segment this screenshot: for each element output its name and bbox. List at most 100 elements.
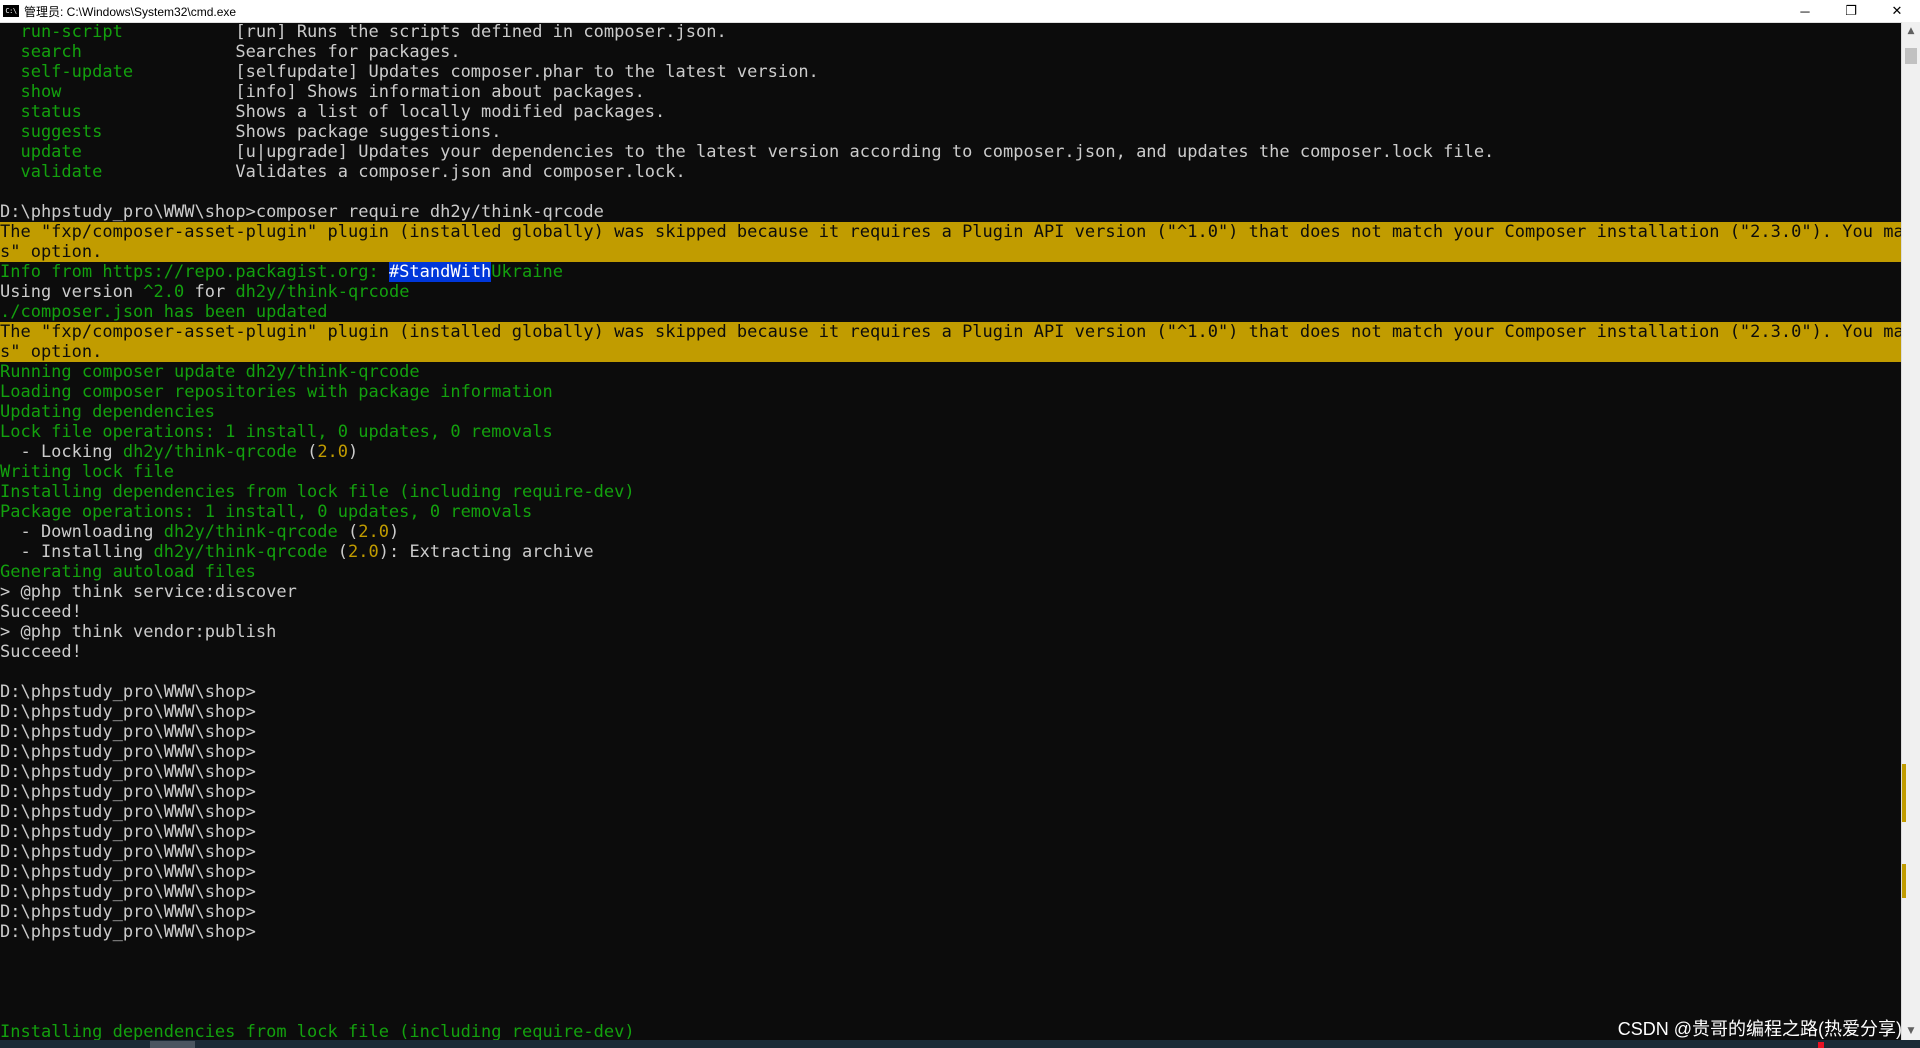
scroll-up-arrow-icon[interactable]: ▲ bbox=[1902, 22, 1920, 40]
console-line: Using version ^2.0 for dh2y/think-qrcode bbox=[0, 282, 1902, 302]
console-warning-line: The "fxp/composer-asset-plugin" plugin (… bbox=[0, 222, 1902, 242]
console-text-segment: run-script bbox=[0, 22, 236, 42]
console-line: D:\phpstudy_pro\WWW\shop> bbox=[0, 802, 1902, 822]
console-line: ./composer.json has been updated bbox=[0, 302, 1902, 322]
console-line: > @php think service:discover bbox=[0, 582, 1902, 602]
console-text-segment: ( bbox=[296, 442, 318, 462]
notification-indicator-icon bbox=[1818, 1042, 1824, 1048]
console-text-segment: for bbox=[184, 282, 236, 302]
console-text-segment: - Downloading bbox=[0, 522, 164, 542]
console-line: Succeed! bbox=[0, 602, 1902, 622]
console-text-segment: [run] Runs the scripts defined in compos… bbox=[235, 22, 727, 42]
console-text-segment: s" option. bbox=[0, 242, 103, 262]
console-line: > @php think vendor:publish bbox=[0, 622, 1902, 642]
console-text-segment: Searches for packages. bbox=[235, 42, 461, 62]
console-text-segment: Package operations: 1 install, 0 updates… bbox=[0, 502, 533, 522]
minimize-button[interactable]: ─ bbox=[1782, 0, 1828, 22]
console-text-segment: Validates a composer.json and composer.l… bbox=[235, 162, 686, 182]
console-text-segment: D:\phpstudy_pro\WWW\shop> bbox=[0, 742, 256, 762]
console-text-segment: The "fxp/composer-asset-plugin" plugin (… bbox=[0, 222, 1902, 242]
console-line: Loading composer repositories with packa… bbox=[0, 382, 1902, 402]
console-line: D:\phpstudy_pro\WWW\shop>composer requir… bbox=[0, 202, 1902, 222]
console-line: update [u|upgrade] Updates your dependen… bbox=[0, 142, 1902, 162]
title-bar[interactable]: C:\ 管理员: C:\Windows\System32\cmd.exe ─ ❐… bbox=[0, 0, 1920, 23]
console-text-segment: 2.0 bbox=[317, 442, 349, 462]
console-text-segment: dh2y/think-qrcode bbox=[235, 282, 410, 302]
console-text-segment: ) bbox=[348, 442, 359, 462]
console-text-segment: D:\phpstudy_pro\WWW\shop> bbox=[0, 922, 256, 942]
console-text-segment: [info] Shows information about packages. bbox=[235, 82, 645, 102]
console-text-segment: Shows a list of locally modified package… bbox=[235, 102, 666, 122]
console-text-segment: Installing dependencies from lock file (… bbox=[0, 482, 635, 502]
console-line: Running composer update dh2y/think-qrcod… bbox=[0, 362, 1902, 382]
console-line: Package operations: 1 install, 0 updates… bbox=[0, 502, 1902, 522]
console-text-segment: D:\phpstudy_pro\WWW\shop> bbox=[0, 722, 256, 742]
taskbar-segment bbox=[150, 1041, 195, 1048]
console-text-segment: [selfupdate] Updates composer.phar to th… bbox=[235, 62, 819, 82]
console-text-segment: D:\phpstudy_pro\WWW\shop> bbox=[0, 802, 256, 822]
console-text-segment: ( bbox=[337, 522, 359, 542]
console-line: D:\phpstudy_pro\WWW\shop> bbox=[0, 782, 1902, 802]
cmd-app-icon: C:\ bbox=[3, 5, 19, 17]
window-title: 管理员: C:\Windows\System32\cmd.exe bbox=[24, 4, 237, 19]
console-line: D:\phpstudy_pro\WWW\shop> bbox=[0, 742, 1902, 762]
console-line: Lock file operations: 1 install, 0 updat… bbox=[0, 422, 1902, 442]
console-text-segment: dh2y/think-qrcode bbox=[163, 522, 338, 542]
console-line: D:\phpstudy_pro\WWW\shop> bbox=[0, 682, 1902, 702]
taskbar-strip bbox=[0, 1040, 1920, 1048]
console-line: D:\phpstudy_pro\WWW\shop> bbox=[0, 842, 1902, 862]
console-line: validate Validates a composer.json and c… bbox=[0, 162, 1902, 182]
console-output[interactable]: run-script [run] Runs the scripts define… bbox=[0, 22, 1902, 1040]
console-text-segment: The "fxp/composer-asset-plugin" plugin (… bbox=[0, 322, 1902, 342]
console-warning-line: The "fxp/composer-asset-plugin" plugin (… bbox=[0, 322, 1902, 342]
console-text-segment: Lock file operations: 1 install, 0 updat… bbox=[0, 422, 553, 442]
scrollbar-search-marker bbox=[1902, 864, 1906, 898]
console-text-segment: > @php think vendor:publish bbox=[0, 622, 277, 642]
console-text-segment: show bbox=[0, 82, 236, 102]
console-line: Installing dependencies from lock file (… bbox=[0, 1022, 1902, 1040]
console-line: Info from https://repo.packagist.org: #S… bbox=[0, 262, 1902, 282]
console-line: Updating dependencies bbox=[0, 402, 1902, 422]
console-line: suggests Shows package suggestions. bbox=[0, 122, 1902, 142]
console-text-segment: Installing dependencies from lock file (… bbox=[0, 1022, 635, 1040]
console-text-segment: 2.0 bbox=[348, 542, 379, 562]
console-text-segment: D:\phpstudy_pro\WWW\shop> bbox=[0, 862, 256, 882]
maximize-button[interactable]: ❐ bbox=[1828, 0, 1874, 22]
console-text-segment: ) bbox=[388, 522, 400, 542]
console-text-segment: ^2.0 bbox=[143, 282, 185, 302]
console-warning-line: s" option. bbox=[0, 342, 1902, 362]
console-line: D:\phpstudy_pro\WWW\shop> bbox=[0, 702, 1902, 722]
console-text-segment: update bbox=[0, 142, 236, 162]
console-line: search Searches for packages. bbox=[0, 42, 1902, 62]
console-line: Writing lock file bbox=[0, 462, 1902, 482]
console-text-segment: Generating autoload files bbox=[0, 562, 256, 582]
console-line: Succeed! bbox=[0, 642, 1902, 662]
console-line: - Downloading dh2y/think-qrcode (2.0) bbox=[0, 522, 1902, 542]
console-text-segment: status bbox=[0, 102, 236, 122]
console-text-segment: - Installing bbox=[0, 542, 154, 562]
console-text-segment: Shows package suggestions. bbox=[235, 122, 502, 142]
close-button[interactable]: ✕ bbox=[1874, 0, 1920, 22]
scrollbar-thumb[interactable] bbox=[1905, 48, 1917, 64]
console-text-segment: > @php think service:discover bbox=[0, 582, 297, 602]
console-text-segment: self-update bbox=[0, 62, 236, 82]
console-text-segment: suggests bbox=[0, 122, 236, 142]
console-text-segment: Succeed! bbox=[0, 642, 82, 662]
console-text-segment: Updating dependencies bbox=[0, 402, 215, 422]
console-line: run-script [run] Runs the scripts define… bbox=[0, 22, 1902, 42]
vertical-scrollbar[interactable]: ▲ ▼ bbox=[1901, 22, 1920, 1040]
console-text-segment: 2.0 bbox=[358, 522, 389, 542]
console-text-segment: Succeed! bbox=[0, 602, 82, 622]
console-line: D:\phpstudy_pro\WWW\shop> bbox=[0, 922, 1902, 942]
console-line: Installing dependencies from lock file (… bbox=[0, 482, 1902, 502]
csdn-watermark: CSDN @贵哥的编程之路(热爱分享) bbox=[1617, 1019, 1902, 1039]
console-text-segment: dh2y/think-qrcode bbox=[153, 542, 328, 562]
scroll-down-arrow-icon[interactable]: ▼ bbox=[1902, 1022, 1920, 1040]
console-text-segment: - Locking bbox=[0, 442, 123, 462]
scrollbar-search-marker bbox=[1902, 764, 1906, 822]
